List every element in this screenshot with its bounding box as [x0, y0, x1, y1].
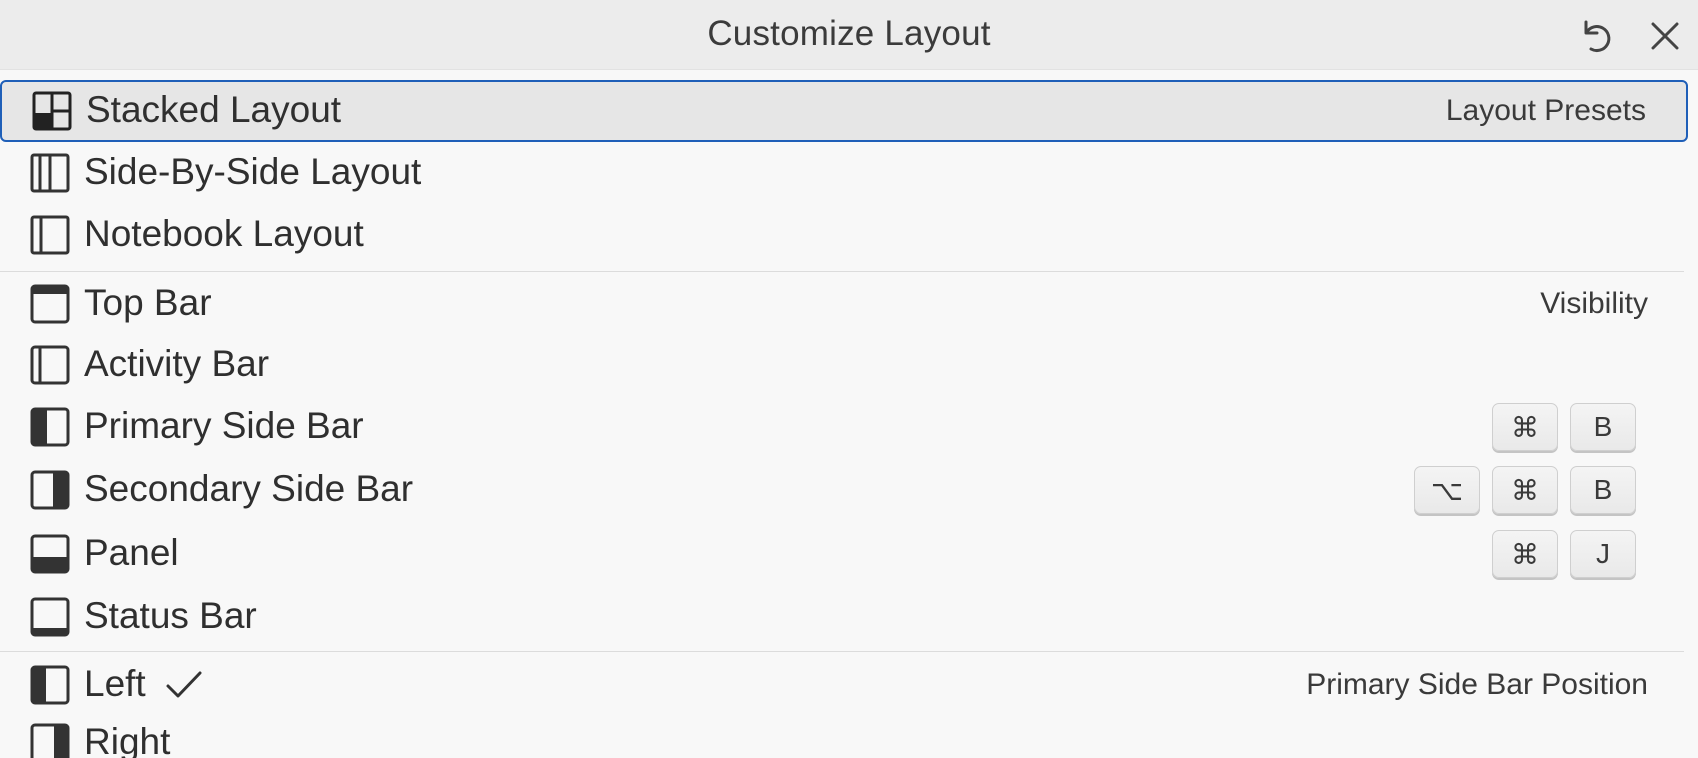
option-label: Left [84, 663, 146, 705]
top-bar-icon [30, 284, 70, 324]
option-side-by-side-layout[interactable]: Side-By-Side Layout [0, 142, 1688, 204]
group-header-layout-presets: Layout Presets [1445, 94, 1646, 127]
dialog-title: Customize Layout [707, 14, 991, 53]
option-label: Status Bar [84, 595, 257, 637]
stacked-layout-icon [32, 91, 72, 131]
status-bar-icon [30, 597, 70, 637]
discard-icon [1584, 20, 1611, 53]
key-cap: B [1570, 403, 1636, 451]
option-label: Primary Side Bar [84, 405, 364, 447]
option-label: Side-By-Side Layout [84, 151, 422, 193]
close-button[interactable] [1643, 14, 1687, 58]
title-bar: Customize Layout [0, 0, 1698, 70]
side-by-side-layout-icon [30, 153, 70, 193]
key-cap: B [1570, 466, 1636, 514]
option-label: Top Bar [84, 282, 212, 324]
group-header-visibility: Visibility [1540, 287, 1648, 320]
keybinding: ⌘ J [1492, 530, 1636, 578]
option-secondary-side-bar[interactable]: Secondary Side Bar ⌥ ⌘ B [0, 459, 1688, 521]
group-divider [0, 271, 1684, 272]
option-top-bar[interactable]: Top Bar Visibility [0, 273, 1688, 335]
side-bar-left-icon [30, 665, 70, 705]
option-side-bar-left[interactable]: Left Primary Side Bar Position [0, 654, 1688, 716]
option-label: Secondary Side Bar [84, 468, 414, 510]
keybinding: ⌥ ⌘ B [1414, 466, 1636, 514]
option-panel[interactable]: Panel ⌘ J [0, 523, 1688, 585]
option-label: Notebook Layout [84, 213, 364, 255]
reset-button[interactable] [1575, 14, 1619, 58]
key-cap: ⌘ [1492, 403, 1558, 451]
close-icon [1651, 22, 1679, 50]
option-side-bar-right[interactable]: Right [0, 712, 1688, 758]
side-bar-right-icon [30, 723, 70, 758]
primary-side-bar-icon [30, 407, 70, 447]
key-cap: J [1570, 530, 1636, 578]
key-cap: ⌘ [1492, 466, 1558, 514]
option-label: Right [84, 721, 171, 758]
key-cap: ⌥ [1414, 466, 1480, 514]
option-activity-bar[interactable]: Activity Bar [0, 334, 1688, 396]
group-divider [0, 651, 1684, 652]
option-status-bar[interactable]: Status Bar [0, 586, 1688, 648]
option-primary-side-bar[interactable]: Primary Side Bar ⌘ B [0, 396, 1688, 458]
notebook-layout-icon [30, 215, 70, 255]
panel-icon [30, 534, 70, 574]
keybinding: ⌘ B [1492, 403, 1636, 451]
option-notebook-layout[interactable]: Notebook Layout [0, 204, 1688, 266]
activity-bar-icon [30, 345, 70, 385]
key-cap: ⌘ [1492, 530, 1558, 578]
option-stacked-layout[interactable]: Stacked Layout Layout Presets [0, 80, 1688, 142]
secondary-side-bar-icon [30, 470, 70, 510]
option-label: Panel [84, 532, 179, 574]
option-label: Stacked Layout [86, 89, 342, 131]
group-header-primary-side-bar-position: Primary Side Bar Position [1306, 668, 1648, 701]
option-label: Activity Bar [84, 343, 270, 385]
check-icon [166, 671, 202, 698]
